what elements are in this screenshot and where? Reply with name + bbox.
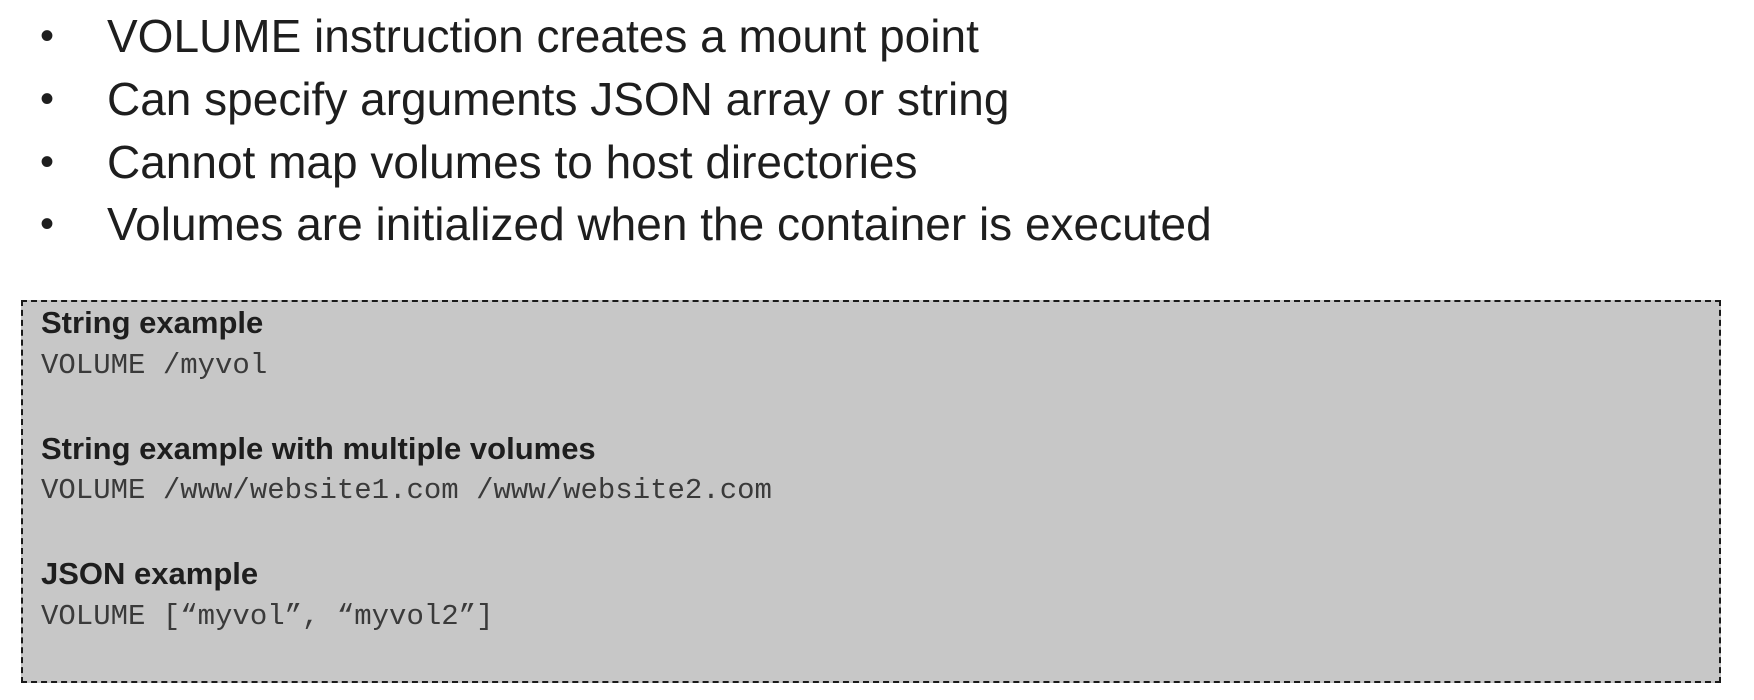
bullet-item: • VOLUME instruction creates a mount poi… <box>0 5 1754 67</box>
example-code: VOLUME [“myvol”, “myvol2”] <box>41 600 494 633</box>
bullet-item: • Cannot map volumes to host directories <box>0 131 1754 193</box>
bullet-marker: • <box>40 140 55 184</box>
example-code: VOLUME /myvol <box>41 349 268 382</box>
bullet-text: Volumes are initialized when the contain… <box>107 198 1212 250</box>
example-heading: String example with multiple volumes <box>41 431 596 466</box>
code-examples-box: String example VOLUME /myvol String exam… <box>21 300 1721 683</box>
example-code: VOLUME /www/website1.com /www/website2.c… <box>41 474 772 507</box>
bullet-item: • Volumes are initialized when the conta… <box>0 193 1754 255</box>
bullet-item: • Can specify arguments JSON array or st… <box>0 68 1754 130</box>
bullet-marker: • <box>40 14 55 58</box>
bullet-text: Can specify arguments JSON array or stri… <box>107 73 1010 125</box>
bullet-marker: • <box>40 202 55 246</box>
bullet-text: VOLUME instruction creates a mount point <box>107 10 979 62</box>
example-heading: String example <box>41 305 264 340</box>
bullet-marker: • <box>40 77 55 121</box>
bullet-text: Cannot map volumes to host directories <box>107 136 918 188</box>
example-heading: JSON example <box>41 556 259 591</box>
